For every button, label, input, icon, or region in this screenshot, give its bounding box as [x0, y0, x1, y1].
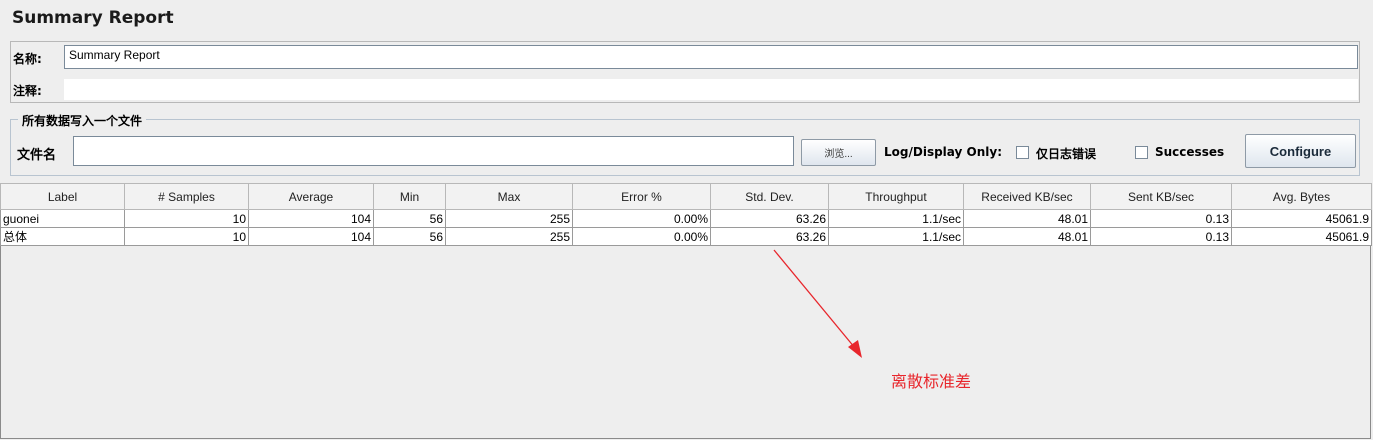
name-field[interactable]: Summary Report — [64, 45, 1358, 69]
table-cell: 104 — [248, 209, 374, 228]
errors-only-label: 仅日志错误 — [1036, 147, 1097, 161]
column-header[interactable]: Std. Dev. — [710, 183, 829, 210]
browse-button[interactable]: 浏览... — [801, 139, 876, 166]
log-display-label: Log/Display Only: — [884, 145, 1002, 159]
table-cell: 0.00% — [572, 209, 711, 228]
filename-label: 文件名 — [17, 148, 57, 163]
table-cell: 0.13 — [1090, 227, 1232, 246]
table-header-row: Label # Samples Average Min Max Error % … — [0, 183, 1372, 210]
table-row[interactable]: guonei 10 104 56 255 0.00% 63.26 1.1/sec… — [0, 209, 1372, 228]
name-label: 名称: — [13, 52, 42, 66]
table-cell: 10 — [124, 227, 249, 246]
column-header[interactable]: Label — [0, 183, 125, 210]
successes-label: Successes — [1155, 145, 1225, 159]
table-cell: 56 — [373, 209, 446, 228]
table-cell: 48.01 — [963, 227, 1091, 246]
column-header[interactable]: # Samples — [124, 183, 249, 210]
table-cell: 0.00% — [572, 227, 711, 246]
column-header[interactable]: Sent KB/sec — [1090, 183, 1232, 210]
column-header[interactable]: Error % — [572, 183, 711, 210]
table-cell: 10 — [124, 209, 249, 228]
annotation-text: 离散标准差 — [891, 372, 972, 391]
comment-field[interactable] — [64, 79, 1358, 100]
configure-button[interactable]: Configure — [1245, 134, 1356, 168]
column-header[interactable]: Avg. Bytes — [1231, 183, 1372, 210]
table-cell: 1.1/sec — [828, 209, 964, 228]
column-header[interactable]: Min — [373, 183, 446, 210]
page-title: Summary Report — [12, 8, 174, 28]
results-table: Label # Samples Average Min Max Error % … — [0, 183, 1372, 246]
table-cell: 104 — [248, 227, 374, 246]
table-cell: guonei — [0, 209, 125, 228]
table-cell: 63.26 — [710, 209, 829, 228]
table-cell: 255 — [445, 209, 573, 228]
table-row[interactable]: 总体 10 104 56 255 0.00% 63.26 1.1/sec 48.… — [0, 227, 1372, 246]
successes-checkbox[interactable] — [1135, 146, 1148, 159]
browse-button-label: 浏览... — [824, 149, 853, 160]
file-group-legend: 所有数据写入一个文件 — [18, 112, 147, 129]
column-header[interactable]: Max — [445, 183, 573, 210]
table-cell: 总体 — [0, 227, 125, 246]
table-cell: 45061.9 — [1231, 227, 1372, 246]
errors-only-checkbox[interactable] — [1016, 146, 1029, 159]
annotation-arrow — [773, 249, 862, 358]
table-cell: 45061.9 — [1231, 209, 1372, 228]
column-header[interactable]: Average — [248, 183, 374, 210]
table-cell: 255 — [445, 227, 573, 246]
table-cell: 56 — [373, 227, 446, 246]
column-header[interactable]: Throughput — [828, 183, 964, 210]
comment-label: 注释: — [13, 84, 42, 98]
configure-button-label: Configure — [1269, 143, 1332, 159]
table-cell: 0.13 — [1090, 209, 1232, 228]
table-cell: 48.01 — [963, 209, 1091, 228]
column-header[interactable]: Received KB/sec — [963, 183, 1091, 210]
filename-field[interactable] — [73, 136, 794, 166]
